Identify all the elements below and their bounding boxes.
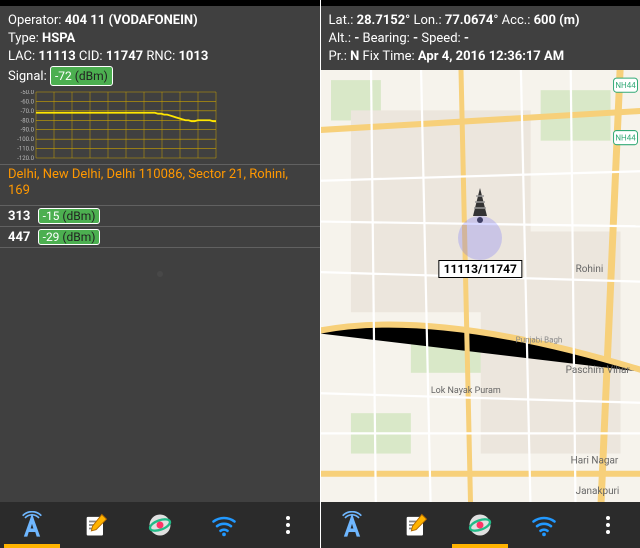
map-canvas[interactable]: NH44 NH44 Rohini Paschim Vihar Lok Nayak… [321, 70, 640, 502]
tower-icon [18, 511, 46, 539]
map-label: Rohini [575, 264, 603, 275]
signal-chart-wrap: -50.0 -60.0 -70.0 -80.0 -90.0 -100.0 -110.0 -12… [0, 90, 320, 164]
signal-chart: -50.0 -60.0 -70.0 -80.0 -90.0 -100.0 -110.0 -12… [8, 90, 218, 160]
notes-icon [402, 511, 430, 539]
menu-button[interactable] [580, 502, 636, 548]
bottom-nav [0, 502, 320, 548]
tab-notes[interactable] [388, 502, 444, 548]
tab-underline [452, 544, 508, 548]
pager-indicator [157, 271, 163, 277]
acc-label: Acc.: [498, 13, 533, 28]
bottom-nav [321, 502, 640, 548]
accuracy-circle [458, 216, 502, 260]
bearing-label: Bearing: [359, 31, 413, 46]
map-label: Paschim Vihar [565, 365, 630, 376]
tab-wifi[interactable] [196, 502, 252, 548]
cell-tooltip[interactable]: 11113/11747 [439, 260, 522, 278]
neighbour-dbm-badge: -29 (dBm) [38, 229, 101, 245]
tab-underline [4, 544, 60, 548]
notes-icon [82, 511, 110, 539]
lon-label: Lon.: [410, 13, 445, 28]
lon-value: 77.0674° [445, 13, 499, 28]
neighbour-id: 447 [8, 230, 30, 245]
map-label: Hari Nagar [570, 456, 618, 467]
tab-cell-tower[interactable] [324, 502, 380, 548]
alt-label: Alt.: [329, 31, 355, 46]
rnc-value: 1013 [178, 49, 208, 64]
address-text: Delhi, New Delhi, Delhi 110086, Sector 2… [0, 165, 320, 205]
pr-value: N [350, 49, 359, 64]
acc-value: 600 (m) [534, 13, 580, 28]
tab-wifi[interactable] [516, 502, 572, 548]
satellite-icon [146, 511, 174, 539]
menu-icon [606, 516, 610, 534]
neighbour-row: 313 -15 (dBm) [0, 206, 320, 226]
svg-text:-60.0: -60.0 [21, 98, 35, 105]
tower-icon [338, 511, 366, 539]
operator-value: 404 11 (VODAFONEIN) [65, 13, 198, 28]
lat-value: 28.7152° [357, 13, 411, 28]
map-label: Punjabi Bagh [515, 335, 562, 344]
svg-text:NH44: NH44 [615, 134, 636, 143]
speed-label: Speed: [418, 31, 464, 46]
svg-text:-120.0: -120.0 [17, 155, 34, 160]
map-label: Lok Nayak Puram [430, 386, 500, 396]
tab-cell-tower[interactable] [4, 502, 60, 548]
fixtime-label: Fix Time: [359, 49, 418, 64]
rnc-label: RNC: [143, 49, 178, 64]
operator-label: Operator: [8, 13, 65, 28]
cell-info-pane: Operator: 404 11 (VODAFONEIN) Type: HSPA… [0, 0, 320, 548]
lac-label: LAC: [8, 49, 38, 64]
type-label: Type: [8, 31, 42, 46]
signal-label: Signal: [8, 69, 50, 84]
cid-value: 11747 [106, 49, 143, 64]
fixtime-value: Apr 4, 2016 12:36:17 AM [418, 49, 564, 64]
neighbour-id: 313 [8, 209, 30, 224]
wifi-icon [530, 511, 558, 539]
menu-button[interactable] [260, 502, 316, 548]
cell-info-header: Operator: 404 11 (VODAFONEIN) Type: HSPA… [0, 6, 320, 90]
satellite-icon [466, 511, 494, 539]
cid-label: CID: [76, 49, 106, 64]
speed-value: - [464, 31, 469, 46]
neighbour-row: 447 -29 (dBm) [0, 227, 320, 247]
svg-text:-100.0: -100.0 [17, 136, 34, 143]
svg-text:-70.0: -70.0 [21, 108, 35, 115]
wifi-icon [210, 511, 238, 539]
map-label: Janakpuri [575, 486, 619, 497]
gps-info-header: Lat.: 28.7152° Lon.: 77.0674° Acc.: 600 … [321, 6, 640, 70]
svg-text:-80.0: -80.0 [21, 117, 35, 124]
map-pane: Lat.: 28.7152° Lon.: 77.0674° Acc.: 600 … [321, 0, 640, 548]
map-label-nh44: NH44 [615, 81, 636, 90]
svg-text:-110.0: -110.0 [17, 146, 34, 153]
signal-value: -72 [55, 69, 72, 83]
svg-text:-90.0: -90.0 [21, 127, 35, 134]
pr-label: Pr.: [329, 49, 351, 64]
neighbour-dbm-badge: -15 (dBm) [38, 208, 101, 224]
tab-notes[interactable] [68, 502, 124, 548]
type-value: HSPA [42, 31, 75, 46]
lat-label: Lat.: [329, 13, 357, 28]
signal-badge: -72 (dBm) [50, 66, 113, 86]
tab-map[interactable] [132, 502, 188, 548]
menu-icon [286, 516, 290, 534]
signal-units: (dBm) [72, 69, 108, 83]
lac-value: 11113 [38, 49, 75, 64]
map-pin[interactable] [465, 186, 495, 226]
svg-text:-50.0: -50.0 [21, 90, 35, 96]
tab-map[interactable] [452, 502, 508, 548]
